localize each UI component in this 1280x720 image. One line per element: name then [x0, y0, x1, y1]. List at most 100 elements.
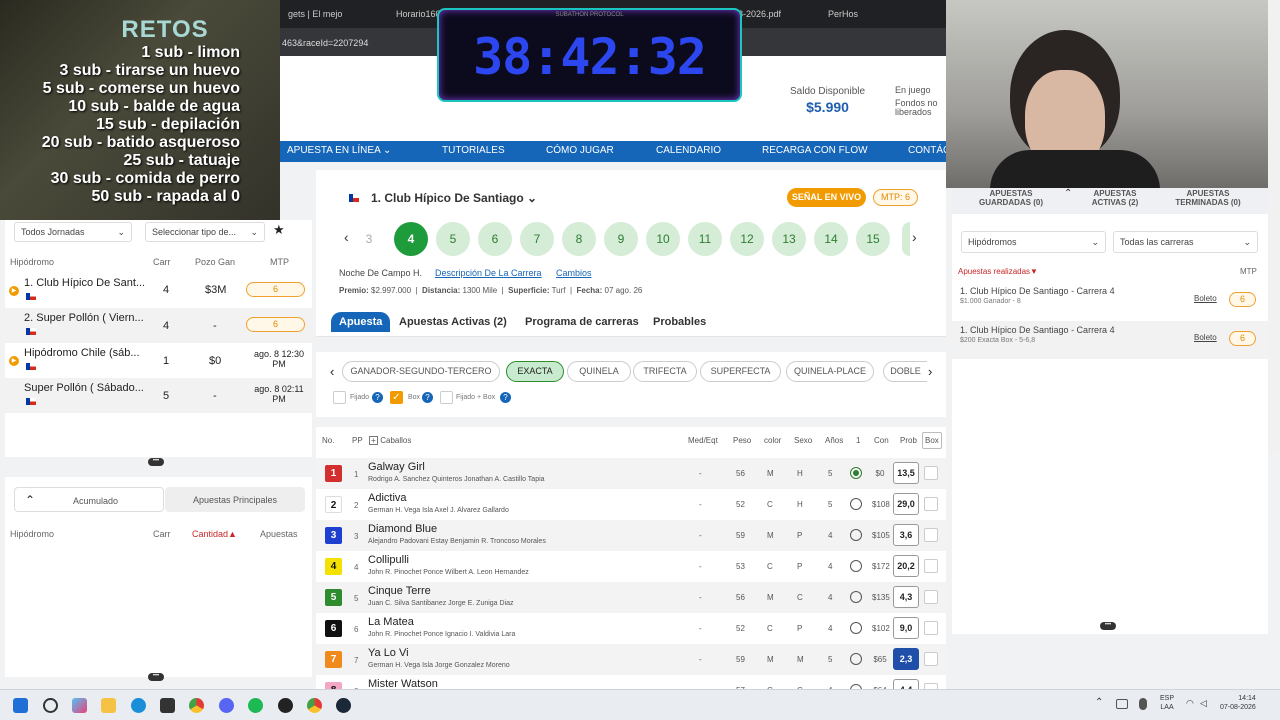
race-list-item[interactable]: Super Pollón ( Sábado... 5 - ago. 8 02:1… [5, 378, 312, 413]
chrome-icon[interactable] [307, 698, 322, 713]
runner-row[interactable]: 1 1 Galway Girl Rodrigo A. Sanchez Quintero… [316, 458, 946, 489]
tab-apuestas-principales[interactable]: Apuestas Principales [165, 487, 305, 512]
tab-programa[interactable]: Programa de carreras [525, 316, 639, 328]
select-radio[interactable] [850, 467, 862, 479]
bettype-button-selected[interactable]: EXACTA [506, 361, 564, 382]
fijado-box-checkbox[interactable] [440, 391, 453, 404]
tab-acumulado[interactable]: ⌃ Acumulado [14, 487, 164, 512]
select-radio[interactable] [850, 529, 862, 541]
next-bettype-arrow[interactable]: › [928, 364, 932, 379]
prev-bettype-arrow[interactable]: ‹ [330, 364, 334, 379]
windows-start-icon[interactable] [13, 698, 28, 713]
race-number-button-selected[interactable]: 4 [394, 222, 428, 256]
race-number-button[interactable]: 7 [520, 222, 554, 256]
box-checkbox[interactable] [924, 497, 938, 511]
fijado-checkbox[interactable] [333, 391, 346, 404]
odds-button[interactable]: 20,2 [893, 555, 919, 577]
help-icon[interactable]: ? [372, 392, 383, 403]
runner-row[interactable]: 6 6 La Matea John R. Pinochet Ponce Ignacio… [316, 613, 946, 644]
col-caballos[interactable]: + Caballos [369, 436, 411, 445]
more-icon[interactable]: ••• [1100, 622, 1116, 630]
box-checkbox[interactable] [924, 621, 938, 635]
tipo-select[interactable]: Seleccionar tipo de... ⌄ [145, 222, 265, 242]
clock[interactable]: 14:14 07-08-2026 [1220, 694, 1256, 712]
runner-row[interactable]: 7 7 Ya Lo Vi German H. Vega Isla Jorge Gonz… [316, 644, 946, 675]
race-list-item[interactable]: 2. Super Pollón ( Viern... 4 - 6 [5, 308, 312, 343]
microphone-icon[interactable] [1139, 698, 1147, 710]
browser-tab[interactable]: PerHos [820, 0, 928, 28]
chevron-up-icon[interactable]: ⌃ [1064, 188, 1072, 199]
tray-chevron-icon[interactable]: ⌃ [1095, 697, 1103, 708]
col-box[interactable]: Box [922, 432, 942, 449]
odds-button[interactable]: 2,3 [893, 648, 919, 670]
runner-row[interactable]: 4 4 Collipulli John R. Pinochet Ponce Wilbe… [316, 551, 946, 582]
bet-item[interactable]: 1. Club Hípico De Santiago - Carrera 4 $… [952, 282, 1268, 320]
jornadas-select[interactable]: Todos Jornadas ⌄ [14, 222, 132, 242]
bettype-button[interactable]: QUINELA [567, 361, 631, 382]
help-icon[interactable]: ? [422, 392, 433, 403]
race-number-button[interactable]: 13 [772, 222, 806, 256]
bettype-button[interactable]: QUINELA-PLACE [786, 361, 874, 382]
race-list-item[interactable]: ▶ 1. Club Hípico De Sant... 4 $3M 6 [5, 273, 312, 308]
page-scrollbar[interactable] [1268, 0, 1280, 452]
race-number-button[interactable]: 5 [436, 222, 470, 256]
volume-icon[interactable]: ◁ [1200, 698, 1207, 709]
select-radio[interactable] [850, 560, 862, 572]
track-select[interactable]: 1. Club Hípico De Santiago ⌄ [371, 191, 537, 205]
copilot-icon[interactable] [72, 698, 87, 713]
odds-button[interactable]: 4,4 [893, 679, 919, 689]
race-number-button[interactable]: 3 [352, 222, 386, 256]
race-number-button[interactable]: 9 [604, 222, 638, 256]
odds-button[interactable]: 13,5 [893, 462, 919, 484]
browser-tab[interactable]: gets | El mejo [280, 0, 388, 28]
box-checkbox[interactable] [924, 466, 938, 480]
spotify-icon[interactable] [248, 698, 263, 713]
box-checkbox[interactable]: ✓ [390, 391, 403, 404]
store-icon[interactable] [160, 698, 175, 713]
select-radio[interactable] [850, 591, 862, 603]
runner-row[interactable]: 2 2 Adictiva German H. Vega Isla Axel J. Al… [316, 489, 946, 520]
odds-button[interactable]: 4,3 [893, 586, 919, 608]
race-number-button[interactable]: 11 [688, 222, 722, 256]
changes-link[interactable]: Cambios [556, 268, 592, 278]
boleto-link[interactable]: Boleto [1194, 333, 1217, 342]
star-icon[interactable]: ★ [273, 222, 285, 238]
prev-race-arrow[interactable]: ‹ [344, 229, 349, 245]
tab-terminadas[interactable]: APUESTAS TERMINADAS (0) [1168, 189, 1248, 207]
box-checkbox[interactable] [924, 559, 938, 573]
nav-apuesta-en-linea[interactable]: APUESTA EN LÍNEA ⌄ [287, 145, 391, 156]
language-indicator[interactable]: ESP LAA [1160, 694, 1174, 712]
race-number-button[interactable]: 6 [478, 222, 512, 256]
bettype-button[interactable]: GANADOR-SEGUNDO-TERCERO [342, 361, 500, 382]
live-signal-button[interactable]: SEÑAL EN VIVO [787, 188, 866, 207]
race-number-button[interactable]: 12 [730, 222, 764, 256]
select-radio[interactable] [850, 653, 862, 665]
race-number-button-partial[interactable] [902, 222, 910, 256]
tray-app-icon[interactable] [1116, 699, 1128, 709]
race-list-item[interactable]: ▶ Hipódromo Chile (sáb... 1 $0 ago. 8 12… [5, 343, 312, 378]
runner-row[interactable]: 5 5 Cinque Terre Juan C. Silva Santibanez J… [316, 582, 946, 613]
bettype-button[interactable]: TRIFECTA [633, 361, 697, 382]
select-radio[interactable] [850, 498, 862, 510]
race-number-button[interactable]: 10 [646, 222, 680, 256]
more-icon[interactable]: ••• [148, 673, 164, 681]
search-icon[interactable] [43, 698, 58, 713]
runner-row[interactable]: 88Mister Watson-57CC4$644,4 [316, 675, 946, 689]
bettype-button[interactable]: DOBLE [883, 361, 927, 382]
tab-apuestas-activas[interactable]: Apuestas Activas (2) [399, 316, 507, 328]
nav-recarga[interactable]: RECARGA CON FLOW [762, 145, 868, 156]
odds-button[interactable]: 9,0 [893, 617, 919, 639]
bet-item[interactable]: 1. Club Hípico De Santiago - Carrera 4 $… [952, 321, 1268, 359]
help-icon[interactable]: ? [500, 392, 511, 403]
tab-activas[interactable]: APUESTAS ACTIVAS (2) [1080, 189, 1150, 207]
runner-row[interactable]: 3 3 Diamond Blue Alejandro Padovani Estay B… [316, 520, 946, 551]
tab-guardadas[interactable]: APUESTAS GUARDADAS (0) [976, 189, 1046, 207]
obs-icon[interactable] [278, 698, 293, 713]
col-cantidad[interactable]: Cantidad▲ [192, 529, 237, 539]
race-number-button[interactable]: 15 [856, 222, 890, 256]
odds-button[interactable]: 3,6 [893, 524, 919, 546]
nav-contacto[interactable]: CONTÁC [908, 145, 946, 156]
next-race-arrow[interactable]: › [912, 229, 917, 245]
nav-tutoriales[interactable]: TUTORIALES [442, 145, 505, 156]
hipodromos-select[interactable]: Hipódromos ⌄ [961, 231, 1106, 253]
